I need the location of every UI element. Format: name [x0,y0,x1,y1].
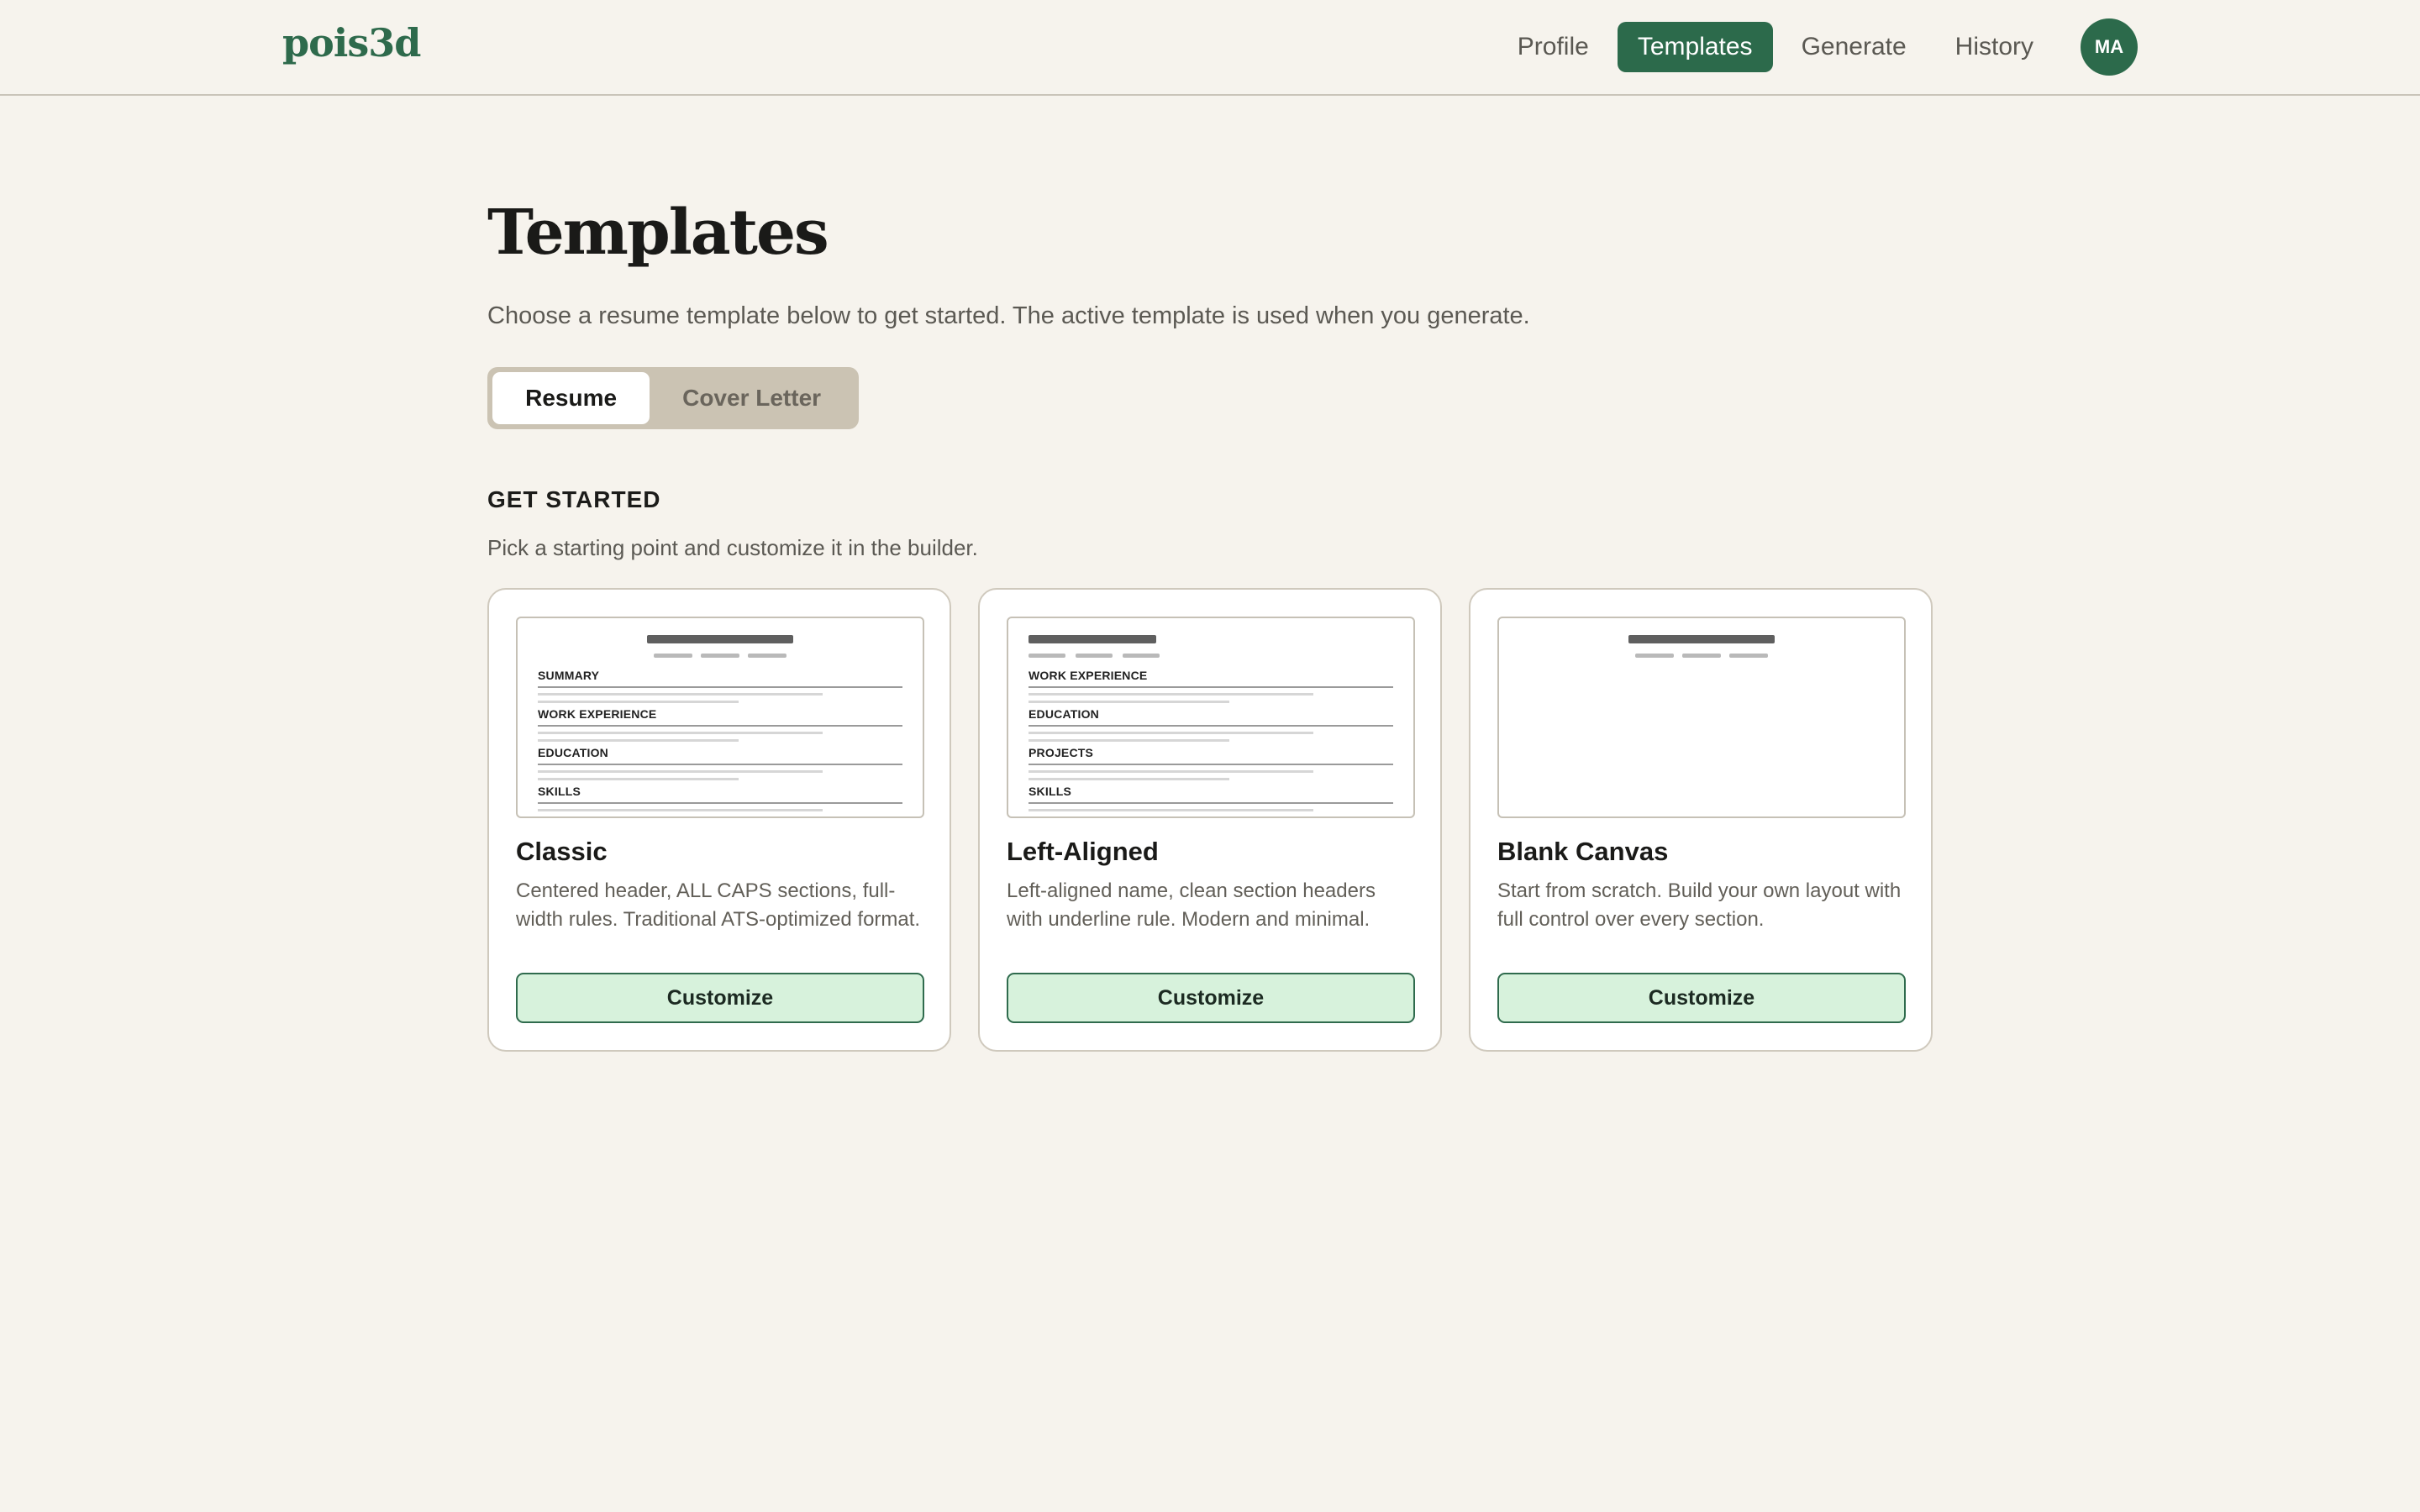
template-preview-classic: SUMMARY WORK EXPERIENCE EDUCATION SKILLS [516,617,924,818]
preview-section: WORK EXPERIENCE [538,707,902,742]
preview-line [1028,701,1229,703]
preview-name-bar [1028,635,1156,643]
preview-rule [538,725,902,727]
preview-rule [1028,686,1393,688]
preview-line [1028,732,1313,734]
preview-line [538,809,823,811]
preview-section-label: WORK EXPERIENCE [1028,669,1148,682]
template-preview-blank-canvas [1497,617,1906,818]
preview-line [1028,739,1229,742]
toggle-resume[interactable]: Resume [492,372,650,424]
customize-button-classic[interactable]: Customize [516,973,924,1023]
preview-contact-bar [1729,654,1768,658]
preview-line [538,770,823,773]
user-avatar[interactable]: MA [2081,18,2138,76]
template-card-classic[interactable]: SUMMARY WORK EXPERIENCE EDUCATION SKILLS… [487,588,951,1052]
main-content: Templates Choose a resume template below… [487,197,1933,1052]
preview-contact-bar [1076,654,1113,658]
nav-item-generate[interactable]: Generate [1781,22,1927,72]
preview-rule [538,686,902,688]
template-cards: SUMMARY WORK EXPERIENCE EDUCATION SKILLS… [487,588,1960,1052]
preview-contact-bar [654,654,692,658]
top-navigation-bar: pois3d Profile Templates Generate Histor… [0,0,2420,96]
preview-line [1028,816,1229,818]
customize-button-blank-canvas[interactable]: Customize [1497,973,1906,1023]
customize-button-left-aligned[interactable]: Customize [1007,973,1415,1023]
preview-section: EDUCATION [538,746,902,780]
preview-name-bar [1628,635,1775,643]
preview-section: SUMMARY [538,669,902,703]
card-description: Centered header, ALL CAPS sections, full… [516,879,921,931]
preview-contact-bar [1028,654,1065,658]
preview-rule [1028,764,1393,765]
template-card-blank-canvas[interactable]: Blank Canvas Start from scratch. Build y… [1469,588,1933,1052]
template-card-left-aligned[interactable]: WORK EXPERIENCE EDUCATION PROJECTS SKILL… [978,588,1442,1052]
preview-rule [538,802,902,804]
preview-rule [1028,725,1393,727]
preview-section: PROJECTS [1028,746,1393,780]
card-description: Start from scratch. Build your own layou… [1497,879,1902,931]
preview-section: SKILLS [538,785,902,818]
preview-line [538,732,823,734]
section-title: GET STARTED [487,486,661,512]
preview-section-label: PROJECTS [1028,746,1094,759]
preview-contact-bar [1635,654,1674,658]
card-title: Left-Aligned [1007,837,1159,866]
preview-rule [1028,802,1393,804]
document-type-toggle: Resume Cover Letter [487,367,859,429]
preview-section-label: EDUCATION [1028,707,1099,721]
preview-section-label: SUMMARY [538,669,600,682]
preview-section: WORK EXPERIENCE [1028,669,1393,703]
template-preview-left-aligned: WORK EXPERIENCE EDUCATION PROJECTS SKILL… [1007,617,1415,818]
preview-contact-bar [748,654,786,658]
card-title: Blank Canvas [1497,837,1669,866]
preview-line [1028,778,1229,780]
preview-contact-bar [701,654,739,658]
preview-section-label: WORK EXPERIENCE [538,707,657,721]
preview-section-label: EDUCATION [538,746,608,759]
preview-line [538,739,739,742]
preview-line [538,693,823,696]
preview-section: EDUCATION [1028,707,1393,742]
nav-item-profile[interactable]: Profile [1497,22,1609,72]
card-description: Left-aligned name, clean section headers… [1007,879,1376,931]
preview-contact-bar [1123,654,1160,658]
preview-section-label: SKILLS [538,785,581,798]
preview-line [1028,770,1313,773]
preview-line [538,701,739,703]
preview-line [538,778,739,780]
card-title: Classic [516,837,608,866]
preview-name-bar [647,635,793,643]
preview-rule [538,764,902,765]
preview-line [538,816,739,818]
section-subtitle: Pick a starting point and customize it i… [487,535,978,560]
preview-section-label: SKILLS [1028,785,1071,798]
preview-line [1028,809,1313,811]
toggle-cover-letter[interactable]: Cover Letter [650,372,854,424]
page-title: Templates [487,197,829,269]
page-subtitle: Choose a resume template below to get st… [487,302,1530,329]
preview-section: SKILLS [1028,785,1393,818]
preview-line [1028,693,1313,696]
app-logo[interactable]: pois3d [282,20,421,66]
nav-item-templates[interactable]: Templates [1617,22,1773,72]
nav-item-history[interactable]: History [1935,22,2054,72]
main-nav: Profile Templates Generate History MA [1489,18,2138,76]
preview-contact-bar [1682,654,1721,658]
